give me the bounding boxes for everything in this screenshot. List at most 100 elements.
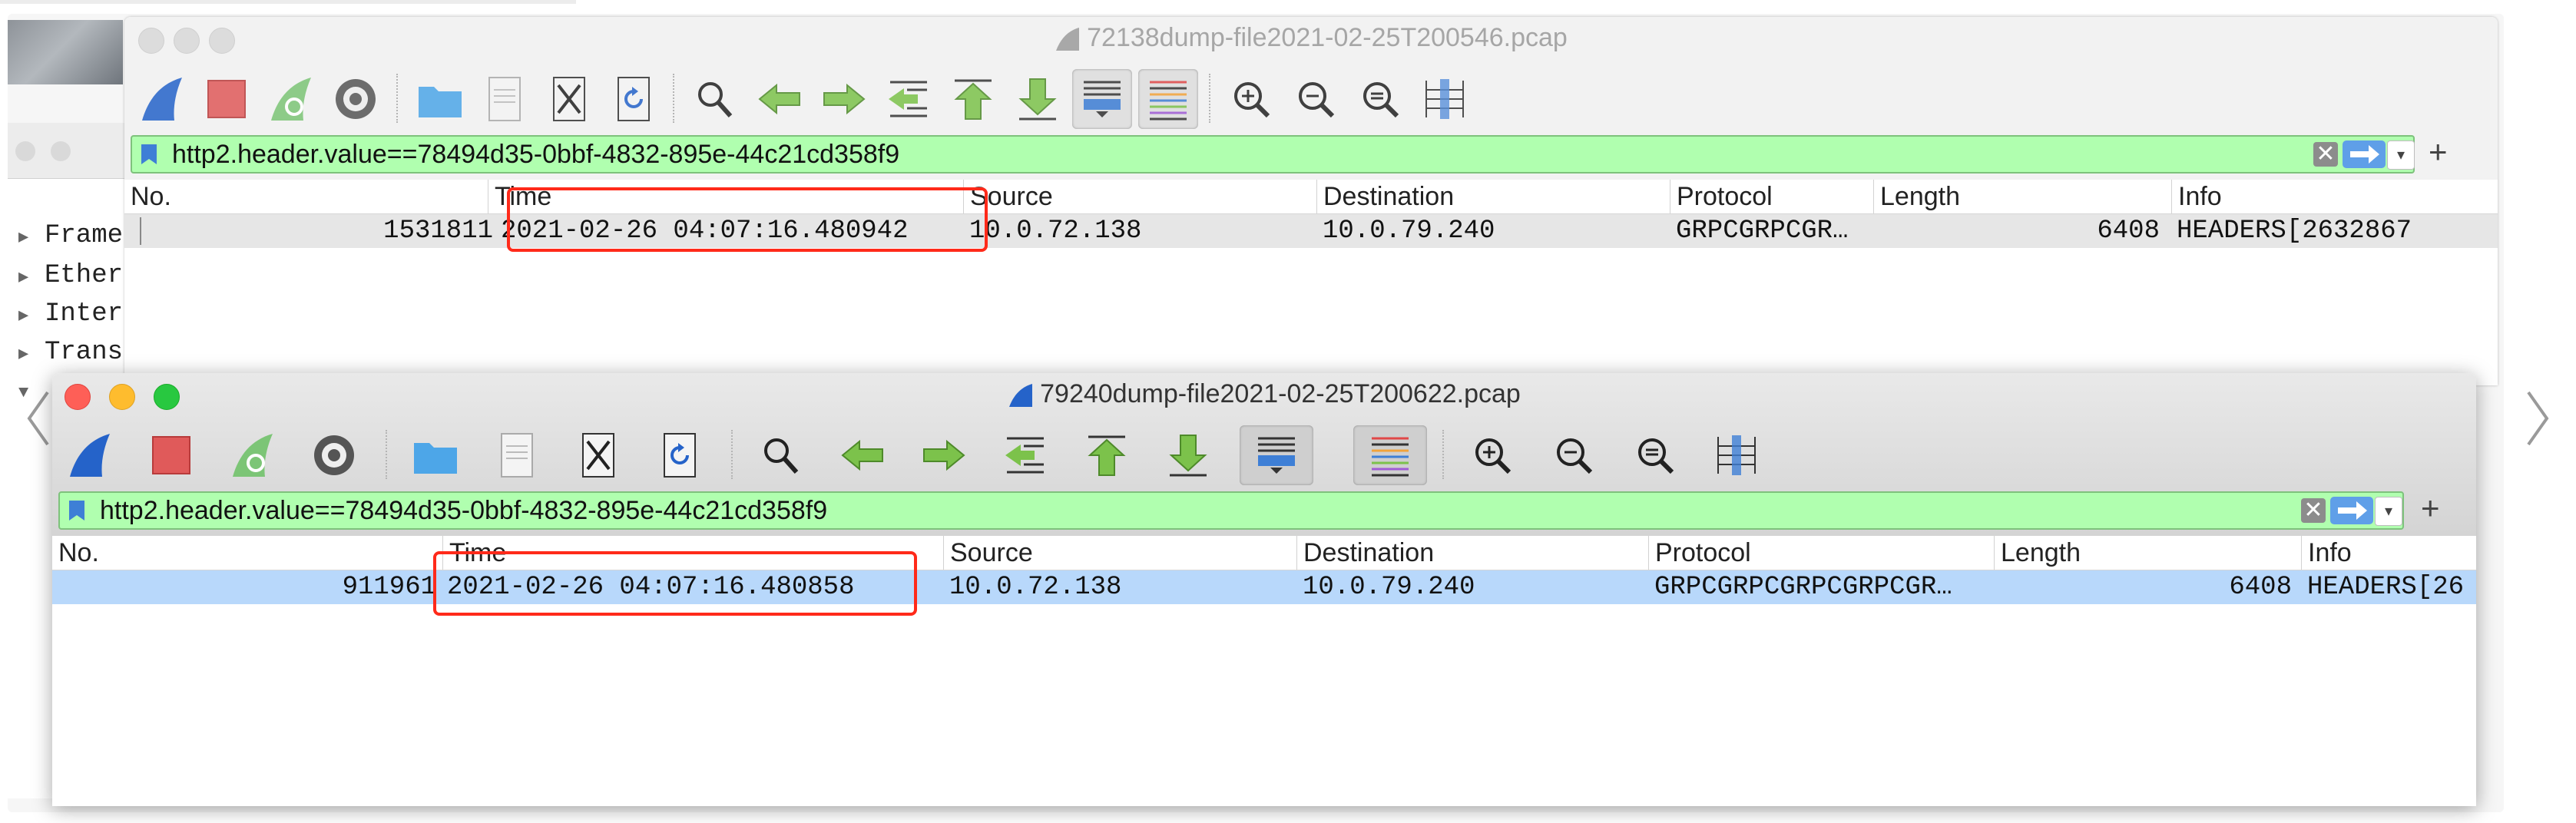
close-file-button[interactable]	[539, 69, 599, 129]
column-header-protocol[interactable]: Protocol	[1648, 536, 1993, 570]
open-file-button[interactable]	[406, 425, 465, 485]
column-header-protocol[interactable]: Protocol	[1670, 180, 1880, 213]
column-header-info[interactable]: Info	[2171, 180, 2498, 213]
reload-file-button[interactable]	[604, 69, 664, 129]
tree-item[interactable]: ▶ Frame	[18, 221, 123, 250]
column-header-destination[interactable]: Destination	[1296, 536, 1649, 570]
find-packet-button[interactable]	[751, 425, 811, 485]
wireshark-window-front: 79240dump-file2021-02-25T200622.pcap htt…	[52, 373, 2476, 806]
packet-no: 911961	[342, 573, 436, 602]
tree-item[interactable]: ▶ Inter	[18, 299, 123, 329]
go-to-packet-icon	[889, 81, 927, 117]
zoom-in-button[interactable]	[1221, 69, 1281, 129]
expand-triangle-icon[interactable]: ▶	[18, 267, 45, 287]
window-title-text: 72138dump-file2021-02-25T200546.pcap	[1087, 23, 1568, 52]
start-capture-button[interactable]	[60, 425, 120, 485]
filter-text: http2.header.value==78494d35-0bbf-4832-8…	[172, 140, 900, 169]
packet-source: 10.0.72.138	[949, 573, 1122, 602]
expand-triangle-icon[interactable]: ▶	[18, 306, 45, 326]
stop-capture-button[interactable]	[141, 425, 201, 485]
tree-item-label: Inter	[45, 299, 124, 329]
open-file-button[interactable]	[410, 69, 470, 129]
autoscroll-button[interactable]	[1072, 69, 1132, 129]
start-capture-button[interactable]	[132, 69, 192, 129]
resize-columns-button[interactable]	[1707, 425, 1766, 485]
display-filter-input[interactable]: http2.header.value==78494d35-0bbf-4832-8…	[58, 491, 2404, 530]
close-file-button[interactable]	[568, 425, 628, 485]
packet-list-header: No. Time Source Destination Protocol Len…	[124, 180, 2498, 214]
stop-capture-icon	[152, 436, 190, 474]
expand-triangle-icon[interactable]: ▶	[18, 344, 45, 364]
column-header-destination[interactable]: Destination	[1316, 180, 1669, 213]
reload-file-button[interactable]	[650, 425, 710, 485]
carousel-prev-icon[interactable]	[23, 388, 54, 449]
go-back-button[interactable]	[833, 425, 892, 485]
autoscroll-button[interactable]	[1240, 425, 1313, 485]
save-file-button[interactable]	[475, 69, 535, 129]
colorize-button[interactable]	[1353, 425, 1427, 485]
restart-capture-button[interactable]	[223, 425, 283, 485]
last-packet-button[interactable]	[1158, 425, 1218, 485]
zoom-out-button[interactable]	[1544, 425, 1604, 485]
window-titlebar: 72138dump-file2021-02-25T200546.pcap htt…	[124, 17, 2498, 180]
tree-item-label: Ether	[45, 261, 124, 290]
packet-protocol: GRPCGRPCGRPCGRPCGR…	[1654, 573, 1952, 602]
tree-item[interactable]: ▶ Ether	[18, 261, 123, 290]
clear-filter-icon[interactable]: ✕	[2313, 142, 2338, 167]
save-file-button[interactable]	[487, 425, 547, 485]
go-to-packet-button[interactable]	[879, 69, 939, 129]
go-to-packet-button[interactable]	[995, 425, 1055, 485]
packet-row[interactable]: 1531811 2021-02-26 04:07:16.480942 10.0.…	[124, 214, 2498, 248]
display-filter-input[interactable]: http2.header.value==78494d35-0bbf-4832-8…	[131, 135, 2415, 174]
packet-row-selected[interactable]: 911961 2021-02-26 04:07:16.480858 10.0.7…	[52, 570, 2476, 604]
last-packet-button[interactable]	[1008, 69, 1068, 129]
packet-length: 6408	[2097, 216, 2160, 246]
first-packet-button[interactable]	[1077, 425, 1137, 485]
zoom-in-icon	[1234, 82, 1270, 118]
filter-history-dropdown[interactable]: ▾	[2375, 497, 2402, 526]
find-packet-button[interactable]	[685, 69, 745, 129]
capture-options-button[interactable]	[326, 69, 386, 129]
wireshark-fin-icon	[1056, 28, 1080, 51]
filter-history-dropdown[interactable]: ▾	[2387, 140, 2415, 170]
column-header-source[interactable]: Source	[963, 180, 1316, 213]
filter-bookmark-icon[interactable]	[140, 143, 158, 166]
column-header-length[interactable]: Length	[1994, 536, 2300, 570]
column-header-length[interactable]: Length	[1873, 180, 2172, 213]
zoom-out-icon	[1299, 82, 1335, 118]
resize-columns-button[interactable]	[1415, 69, 1475, 129]
packet-destination: 10.0.79.240	[1323, 216, 1495, 246]
window-title: 72138dump-file2021-02-25T200546.pcap	[124, 23, 2498, 53]
filter-bookmark-icon[interactable]	[68, 499, 86, 522]
zoom-normal-button[interactable]	[1350, 69, 1410, 129]
column-header-no[interactable]: No.	[124, 180, 488, 213]
clear-filter-icon[interactable]: ✕	[2301, 498, 2326, 523]
column-header-source[interactable]: Source	[943, 536, 1296, 570]
zoom-normal-icon	[1638, 438, 1674, 474]
apply-filter-icon	[2350, 145, 2379, 164]
packet-length: 6408	[2229, 573, 2292, 602]
column-header-info[interactable]: Info	[2301, 536, 2476, 570]
colorize-button[interactable]	[1138, 69, 1198, 129]
zoom-normal-button[interactable]	[1625, 425, 1685, 485]
expand-triangle-icon[interactable]: ▶	[18, 227, 45, 247]
apply-filter-button[interactable]	[2330, 497, 2373, 524]
restart-capture-button[interactable]	[261, 69, 321, 129]
restart-capture-icon	[233, 434, 273, 477]
go-back-icon	[841, 439, 883, 471]
zoom-in-button[interactable]	[1462, 425, 1522, 485]
stop-capture-button[interactable]	[197, 69, 257, 129]
background-image	[8, 20, 123, 84]
capture-options-button[interactable]	[304, 425, 364, 485]
go-back-button[interactable]	[750, 69, 810, 129]
go-forward-button[interactable]	[814, 69, 874, 129]
carousel-next-icon[interactable]	[2522, 388, 2553, 449]
go-forward-button[interactable]	[914, 425, 974, 485]
apply-filter-button[interactable]	[2343, 140, 2386, 168]
first-packet-button[interactable]	[943, 69, 1003, 129]
zoom-out-button[interactable]	[1286, 69, 1346, 129]
add-filter-button-icon[interactable]: +	[2421, 490, 2440, 527]
tree-item[interactable]: ▶ Trans	[18, 338, 123, 367]
column-header-no[interactable]: No.	[52, 536, 442, 570]
add-filter-button-icon[interactable]: +	[2429, 134, 2448, 170]
